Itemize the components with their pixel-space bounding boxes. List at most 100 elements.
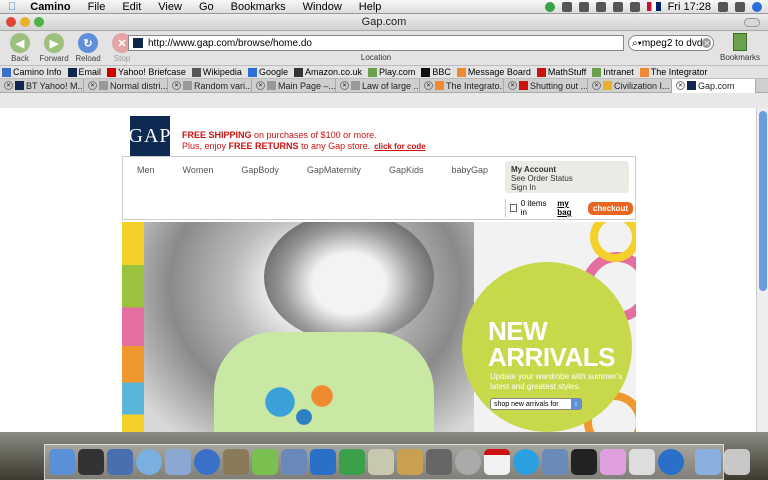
volume-icon[interactable]: [718, 1, 728, 12]
tab[interactable]: ✕ The Integrato...: [420, 78, 504, 93]
toolbar-toggle-button[interactable]: [744, 18, 760, 27]
close-tab-icon[interactable]: ✕: [508, 81, 517, 90]
color-picker-icon[interactable]: [600, 449, 626, 475]
applications-folder-icon[interactable]: [695, 449, 721, 475]
vertical-scrollbar[interactable]: [756, 108, 768, 432]
tab[interactable]: ✕ Random vari...: [168, 78, 252, 93]
notes-icon[interactable]: [397, 449, 423, 475]
bookmark-item[interactable]: Google: [247, 67, 288, 77]
forward-button[interactable]: ▶ Forward: [38, 33, 70, 63]
bluetooth-icon[interactable]: [735, 1, 745, 12]
close-tab-icon[interactable]: ✕: [340, 81, 349, 90]
close-tab-icon[interactable]: ✕: [592, 81, 601, 90]
skype-icon[interactable]: [513, 449, 539, 475]
apple-menu-icon[interactable]: : [8, 1, 16, 13]
tab[interactable]: ✕ BT Yahoo! M...: [0, 78, 84, 93]
nav-gapmaternity[interactable]: GapMaternity: [307, 165, 361, 175]
order-status-link[interactable]: See Order Status: [511, 174, 623, 183]
calendar-icon[interactable]: [484, 449, 510, 475]
photo-booth-icon[interactable]: [281, 449, 307, 475]
utility-icon[interactable]: [426, 449, 452, 475]
safari-icon[interactable]: [136, 449, 162, 475]
close-tab-icon[interactable]: ✕: [88, 81, 97, 90]
menu-app[interactable]: Camino: [30, 1, 70, 13]
close-tab-icon[interactable]: ✕: [676, 81, 685, 90]
itunes-icon[interactable]: [252, 449, 278, 475]
power-icon[interactable]: [595, 1, 606, 12]
input-flag-icon[interactable]: [646, 2, 661, 11]
bookmark-item[interactable]: Amazon.co.uk: [293, 67, 362, 77]
menu-bookmarks[interactable]: Bookmarks: [231, 1, 286, 13]
search-field[interactable]: ⌕▾ mpeg2 to dvd ✕: [628, 35, 714, 51]
clear-search-icon[interactable]: ✕: [702, 38, 711, 48]
iphoto-icon[interactable]: [223, 449, 249, 475]
nav-babygap[interactable]: babyGap: [451, 165, 488, 175]
menu-window[interactable]: Window: [303, 1, 342, 13]
my-bag-link[interactable]: my bag: [557, 199, 584, 217]
checkout-button[interactable]: checkout: [587, 201, 633, 215]
minimize-window-icon[interactable]: [20, 17, 30, 27]
sync-app-icon[interactable]: [455, 449, 481, 475]
display-icon[interactable]: [612, 1, 623, 12]
xcode-icon[interactable]: [542, 449, 568, 475]
close-window-icon[interactable]: [6, 17, 16, 27]
my-account-link[interactable]: My Account: [511, 165, 623, 174]
nav-women[interactable]: Women: [183, 165, 214, 175]
dashboard-icon[interactable]: [78, 449, 104, 475]
close-tab-icon[interactable]: ✕: [4, 81, 13, 90]
menu-file[interactable]: File: [88, 1, 106, 13]
reload-button[interactable]: ↻ Reload: [72, 33, 104, 63]
wifi-icon[interactable]: [629, 1, 640, 12]
tab[interactable]: ✕ Law of large ...: [336, 78, 420, 93]
close-tab-icon[interactable]: ✕: [424, 81, 433, 90]
tab[interactable]: ✕ Shutting out ...: [504, 78, 588, 93]
sync-icon[interactable]: [578, 1, 589, 12]
bookmark-item[interactable]: Email: [67, 67, 101, 77]
bookmark-item[interactable]: Camino Info: [2, 67, 62, 77]
latex-icon[interactable]: [368, 449, 394, 475]
preview-icon[interactable]: [107, 449, 133, 475]
back-button[interactable]: ◀ Back: [4, 33, 36, 63]
quicktime-icon[interactable]: [658, 449, 684, 475]
tab[interactable]: ✕ Main Page –...: [252, 78, 336, 93]
bookmark-item[interactable]: Intranet: [592, 67, 634, 77]
finder-icon[interactable]: [49, 449, 75, 475]
tab-active[interactable]: ✕ Gap.com: [672, 78, 756, 93]
shop-new-arrivals-select[interactable]: shop new arrivals for ↕: [490, 398, 582, 410]
close-tab-icon[interactable]: ✕: [256, 81, 265, 90]
molecule-icon[interactable]: [339, 449, 365, 475]
terminal-icon[interactable]: [571, 449, 597, 475]
sign-in-link[interactable]: Sign In: [511, 183, 623, 192]
tab[interactable]: ✕ Civilization I...: [588, 78, 672, 93]
bookmark-item[interactable]: Play.com: [368, 67, 415, 77]
scrollbar-thumb[interactable]: [759, 111, 767, 291]
battery-icon[interactable]: [561, 1, 572, 12]
spotlight-icon[interactable]: [752, 1, 762, 12]
tab[interactable]: ✕ Normal distri...: [84, 78, 168, 93]
mail-icon[interactable]: [165, 449, 191, 475]
hero-banner[interactable]: NEW ARRIVALS Update your wardrobe with s…: [122, 222, 636, 432]
zoom-window-icon[interactable]: [34, 17, 44, 27]
bookmark-item[interactable]: The Integrator: [639, 67, 707, 77]
menu-clock[interactable]: Fri 17:28: [668, 1, 711, 13]
bookmark-item[interactable]: Message Board: [456, 67, 531, 77]
menu-go[interactable]: Go: [199, 1, 214, 13]
url-field[interactable]: http://www.gap.com/browse/home.do: [128, 35, 624, 51]
click-for-code-link[interactable]: click for code: [374, 142, 426, 151]
status-green-icon[interactable]: [544, 1, 555, 12]
trash-icon[interactable]: [724, 449, 750, 475]
nav-gapkids[interactable]: GapKids: [389, 165, 424, 175]
menu-edit[interactable]: Edit: [122, 1, 141, 13]
menu-help[interactable]: Help: [359, 1, 382, 13]
camino-icon[interactable]: [194, 449, 220, 475]
nav-men[interactable]: Men: [137, 165, 155, 175]
image-capture-icon[interactable]: [629, 449, 655, 475]
nav-gapbody[interactable]: GapBody: [241, 165, 279, 175]
close-tab-icon[interactable]: ✕: [172, 81, 181, 90]
bookmark-item[interactable]: BBC: [421, 67, 451, 77]
bookmark-item[interactable]: Yahoo! Briefcase: [107, 67, 186, 77]
word-icon[interactable]: [310, 449, 336, 475]
bookmarks-button[interactable]: Bookmarks: [720, 33, 760, 62]
bookmark-item[interactable]: Wikipedia: [191, 67, 242, 77]
gap-logo[interactable]: GAP: [129, 116, 171, 156]
